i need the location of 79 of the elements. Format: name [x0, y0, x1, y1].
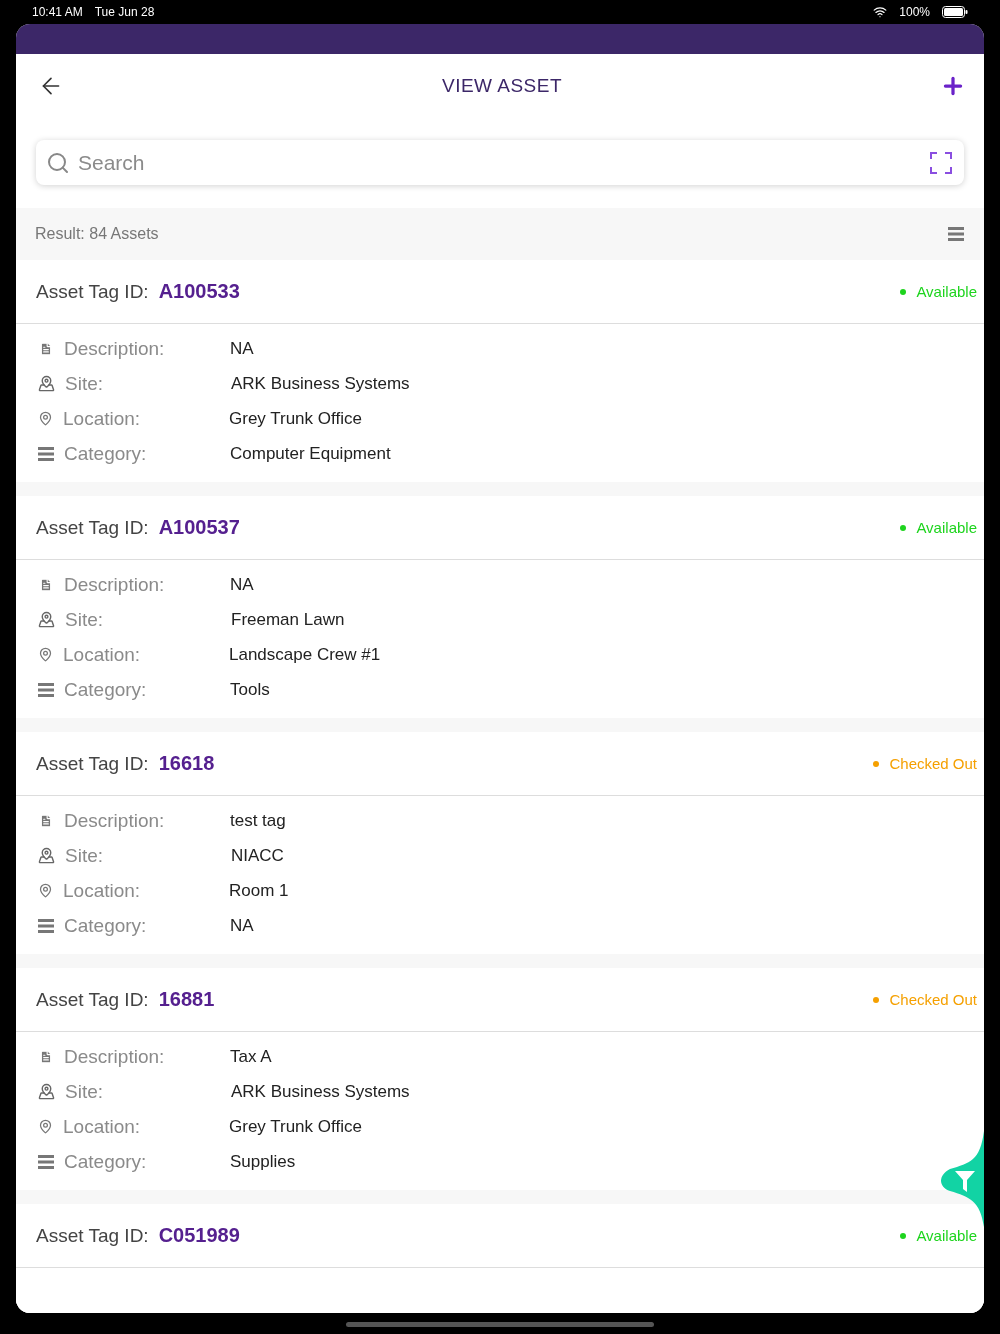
field-label: Site: — [65, 844, 105, 867]
asset-card[interactable]: Asset Tag ID: A100533 Available Description: NA Site: ARK Business Systems Location: Grey Trunk Office Category: Computer Equipment — [16, 260, 984, 482]
field-value: Tax A — [230, 1046, 272, 1067]
document-icon — [38, 577, 54, 592]
field-label: Description: — [64, 809, 166, 832]
status-date: Tue Jun 28 — [94, 5, 155, 19]
field-label: Description: — [64, 573, 166, 596]
field-value: Freeman Lawn — [231, 609, 345, 630]
tag-label: Asset Tag ID: — [36, 988, 149, 1011]
field-label: Location: — [63, 407, 142, 430]
field-value: Landscape Crew #1 — [229, 644, 381, 665]
location-pin-icon — [38, 411, 53, 426]
tag-label: Asset Tag ID: — [36, 516, 149, 539]
asset-card[interactable]: Asset Tag ID: 16881 Checked Out Description: Tax A Site: ARK Business Systems Location: Grey Trunk Office Category: Supplies — [16, 968, 984, 1190]
field-value: NIACC — [231, 845, 284, 866]
status-text: Checked Out — [889, 755, 977, 772]
field-label: Site: — [65, 372, 105, 395]
list-icon — [38, 918, 54, 933]
field-label: Category: — [64, 442, 148, 465]
field-label: Site: — [65, 1080, 105, 1103]
field-label: Description: — [64, 337, 166, 360]
battery-icon — [942, 6, 968, 18]
field-value: Room 1 — [229, 880, 289, 901]
field-value: ARK Business Systems — [231, 373, 410, 394]
tag-id: A100537 — [158, 516, 240, 539]
list-icon — [38, 446, 54, 461]
field-label: Description: — [64, 1045, 166, 1068]
tag-id: 16618 — [158, 752, 215, 775]
scan-icon[interactable] — [930, 151, 952, 174]
status-text: Available — [916, 283, 977, 300]
field-value: Grey Trunk Office — [229, 408, 362, 429]
asset-card[interactable]: Asset Tag ID: C051989 Available — [16, 1204, 984, 1313]
field-value: NA — [230, 574, 254, 595]
result-count: Result: 84 Assets — [35, 225, 159, 243]
list-icon — [38, 1154, 54, 1169]
tag-id: C051989 — [158, 1224, 240, 1247]
status-text: Available — [916, 519, 977, 536]
status-text: Checked Out — [889, 991, 977, 1008]
field-label: Category: — [64, 678, 148, 701]
list-view-icon[interactable] — [948, 227, 964, 241]
location-pin-icon — [38, 647, 53, 662]
field-label: Category: — [64, 914, 148, 937]
map-pin-icon — [38, 375, 55, 392]
search-field[interactable]: Search — [36, 140, 964, 185]
field-label: Location: — [63, 643, 142, 666]
search-icon — [46, 150, 70, 175]
asset-card[interactable]: Asset Tag ID: A100537 Available Description: NA Site: Freeman Lawn Location: Landscape Crew #1 Category: Tools — [16, 496, 984, 718]
field-label: Location: — [63, 1115, 142, 1138]
list-icon — [38, 682, 54, 697]
field-value: NA — [230, 338, 254, 359]
tag-id: 16881 — [158, 988, 215, 1011]
page-title: VIEW ASSET — [441, 75, 563, 97]
status-text: Available — [916, 1227, 977, 1244]
map-pin-icon — [38, 611, 55, 628]
field-value: NA — [230, 915, 254, 936]
asset-card[interactable]: Asset Tag ID: 16618 Checked Out Description: test tag Site: NIACC Location: Room 1 Category: NA — [16, 732, 984, 954]
battery-percent: 100% — [899, 5, 930, 19]
location-pin-icon — [38, 1119, 53, 1134]
document-icon — [38, 813, 54, 828]
field-label: Site: — [65, 608, 105, 631]
tag-id: A100533 — [158, 280, 240, 303]
field-value: Supplies — [230, 1151, 296, 1172]
field-value: Tools — [230, 679, 270, 700]
document-icon — [38, 341, 54, 356]
field-label: Category: — [64, 1150, 148, 1173]
field-value: Computer Equipment — [230, 443, 391, 464]
location-pin-icon — [38, 883, 53, 898]
field-value: ARK Business Systems — [231, 1081, 410, 1102]
document-icon — [38, 1049, 54, 1064]
field-label: Location: — [63, 879, 142, 902]
tag-label: Asset Tag ID: — [36, 1224, 149, 1247]
tag-label: Asset Tag ID: — [36, 280, 149, 303]
map-pin-icon — [38, 847, 55, 864]
wifi-icon — [873, 5, 888, 19]
status-time: 10:41 AM — [32, 5, 83, 19]
map-pin-icon — [38, 1083, 55, 1100]
field-value: Grey Trunk Office — [229, 1116, 362, 1137]
tag-label: Asset Tag ID: — [36, 752, 149, 775]
field-value: test tag — [230, 810, 286, 831]
